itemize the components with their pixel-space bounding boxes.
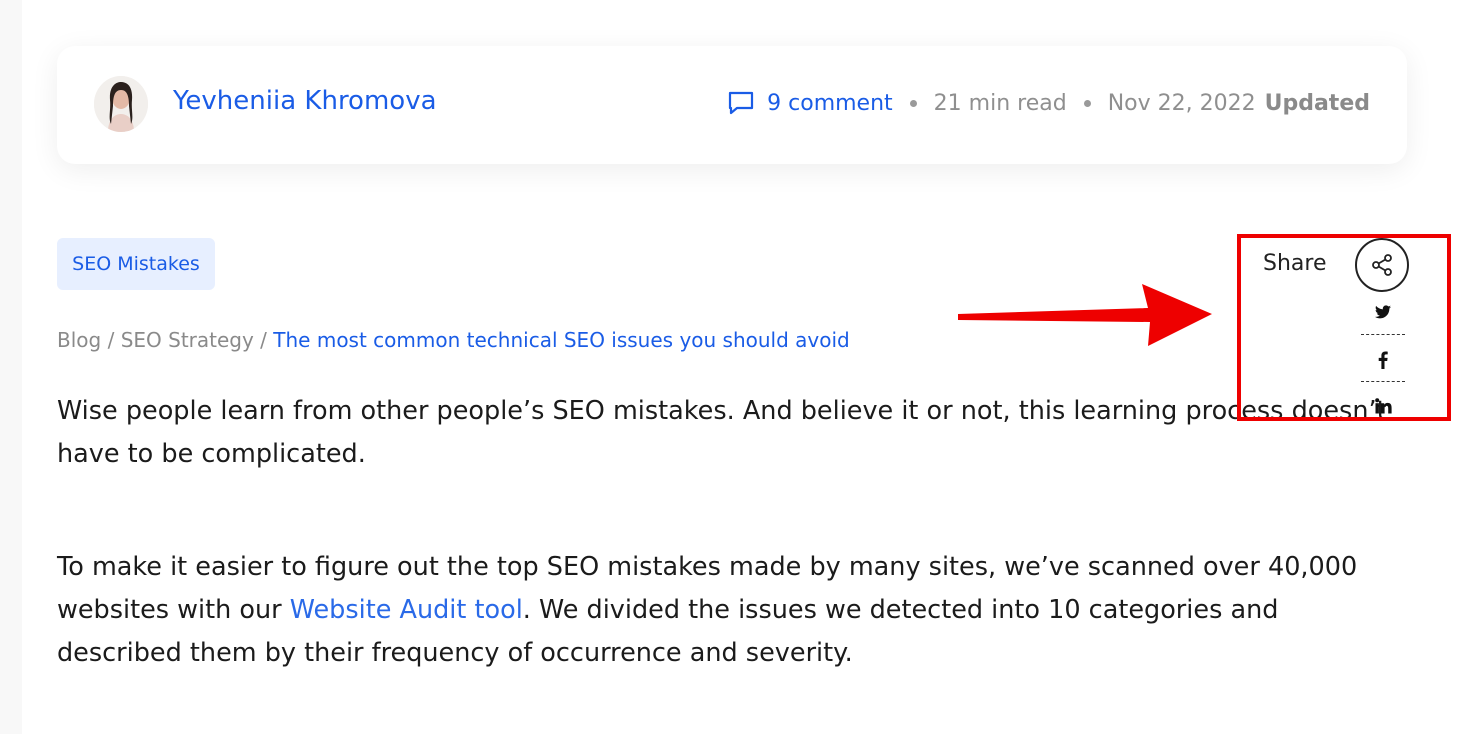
breadcrumb-current[interactable]: The most common technical SEO issues you… [273,328,849,352]
share-label: Share [1263,251,1327,276]
publish-date: Nov 22, 2022 [1107,90,1256,116]
updated-label: Updated [1264,90,1370,116]
meta-separator-dot [909,99,917,107]
facebook-share-button[interactable] [1361,340,1405,380]
article-paragraph-1: Wise people learn from other people’s SE… [57,396,1387,469]
share-divider [1361,381,1405,382]
breadcrumb-separator: / [260,328,267,352]
share-icon [1372,254,1392,276]
article-paragraph-2: To make it easier to figure out the top … [57,546,1402,675]
twitter-share-button[interactable] [1361,292,1405,332]
website-audit-tool-link[interactable]: Website Audit tool [290,595,523,625]
author-name-link[interactable]: Yevheniia Khromova [173,86,437,116]
share-button[interactable] [1355,238,1409,292]
annotation-arrow-icon [958,284,1212,346]
author-avatar[interactable] [94,76,148,132]
twitter-icon [1375,305,1391,319]
share-divider [1361,334,1405,335]
breadcrumb-separator: / [107,328,115,352]
linkedin-share-button[interactable] [1361,386,1405,426]
left-gutter [0,0,22,734]
article-meta: 9 comment 21 min read Nov 22, 2022 Updat… [727,90,1370,116]
linkedin-icon [1374,398,1392,414]
read-time: 21 min read [933,90,1067,116]
category-tag[interactable]: SEO Mistakes [57,238,215,290]
breadcrumb: Blog / SEO Strategy / The most common te… [57,328,850,352]
facebook-icon [1378,351,1388,369]
comments-link[interactable]: 9 comment [727,90,893,116]
breadcrumb-item-blog[interactable]: Blog [57,328,101,352]
comment-count: 9 [767,90,782,116]
meta-separator-dot [1083,99,1091,107]
comment-icon [729,91,754,115]
breadcrumb-item-seo-strategy[interactable]: SEO Strategy [121,328,254,352]
comment-label: comment [788,90,893,116]
